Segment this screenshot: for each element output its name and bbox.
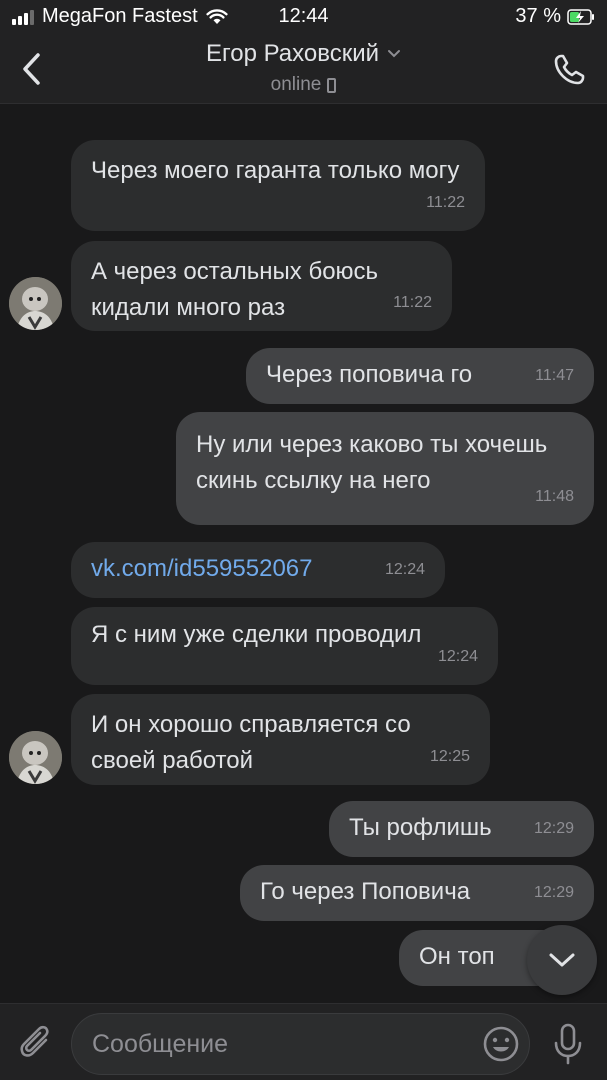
message-bubble-incoming[interactable]: А через остальных боюсь кидали много раз… — [71, 241, 452, 331]
message-input[interactable] — [71, 1013, 530, 1075]
message-bubble-incoming[interactable]: Через моего гаранта только могу 11:22 — [71, 140, 485, 231]
message-time: 11:47 — [535, 367, 574, 384]
avatar[interactable] — [9, 277, 62, 330]
message-bubble-outgoing[interactable]: Ты рофлишь 12:29 — [329, 801, 594, 857]
message-text: Через моего гаранта только могу — [91, 157, 460, 184]
message-text: Го через Поповича — [260, 878, 471, 905]
message-time: 11:22 — [393, 294, 432, 311]
message-text: Ну или через каково ты хочешь скинь ссыл… — [196, 431, 548, 494]
attach-button[interactable] — [16, 1022, 56, 1064]
message-composer — [0, 1003, 607, 1080]
online-status: online — [270, 74, 322, 95]
message-time: 12:29 — [533, 820, 574, 837]
message-text: А через остальных боюсь кидали много раз — [91, 258, 379, 321]
contact-name: Егор Раховский — [205, 40, 380, 67]
phone-icon — [554, 54, 585, 85]
contact-status: online — [271, 74, 337, 96]
battery-charging-icon — [567, 8, 594, 25]
message-bubble-incoming[interactable]: Я с ним уже сделки проводил 12:24 — [71, 607, 498, 685]
message-text: Я с ним уже сделки проводил — [91, 621, 422, 648]
chevron-down-icon — [549, 953, 575, 967]
status-bar: MegaFon Fastest 12:44 37 % — [0, 0, 607, 34]
contact-avatar-image — [9, 277, 62, 330]
message-bubble-outgoing[interactable]: Ну или через каково ты хочешь скинь ссыл… — [176, 412, 594, 525]
contact-name-row[interactable]: Егор Раховский — [206, 40, 401, 68]
message-list[interactable]: Через моего гаранта только могу 11:22 А … — [0, 105, 607, 1003]
contact-avatar-image — [9, 731, 62, 784]
microphone-icon — [554, 1023, 582, 1065]
avatar[interactable] — [9, 731, 62, 784]
paperclip-icon — [20, 1025, 49, 1057]
chat-header: Егор Раховский online — [0, 34, 607, 104]
message-time: 12:25 — [429, 748, 470, 765]
message-text: Через поповича го — [266, 361, 473, 388]
message-time: 12:24 — [437, 648, 478, 665]
message-bubble-incoming[interactable]: vk.com/id559552067 12:24 — [71, 542, 445, 598]
message-time: 11:48 — [535, 488, 574, 505]
scroll-to-bottom-button[interactable] — [527, 925, 597, 995]
message-time: 12:24 — [384, 561, 425, 578]
battery-percent: 37 % — [515, 5, 561, 27]
message-bubble-outgoing[interactable]: Через поповича го 11:47 — [246, 348, 594, 404]
status-right: 37 % — [515, 5, 595, 28]
message-text: Он топ — [419, 943, 495, 970]
call-button[interactable] — [549, 50, 589, 90]
message-bubble-outgoing[interactable]: Го через Поповича 12:29 — [240, 865, 594, 921]
profile-link[interactable]: vk.com/id559552067 — [91, 555, 312, 582]
message-time: 12:29 — [533, 884, 574, 901]
chevron-down-icon — [388, 50, 401, 58]
message-time: 11:22 — [426, 194, 465, 211]
message-text: Ты рофлишь — [349, 814, 492, 841]
voice-message-button[interactable] — [548, 1022, 588, 1066]
message-bubble-incoming[interactable]: И он хорошо справляется со своей работой… — [71, 694, 490, 785]
emoji-icon[interactable] — [482, 1025, 520, 1063]
mobile-icon — [327, 77, 337, 93]
chat-title[interactable]: Егор Раховский online — [0, 40, 607, 96]
message-text: И он хорошо справляется со своей работой — [91, 711, 411, 774]
